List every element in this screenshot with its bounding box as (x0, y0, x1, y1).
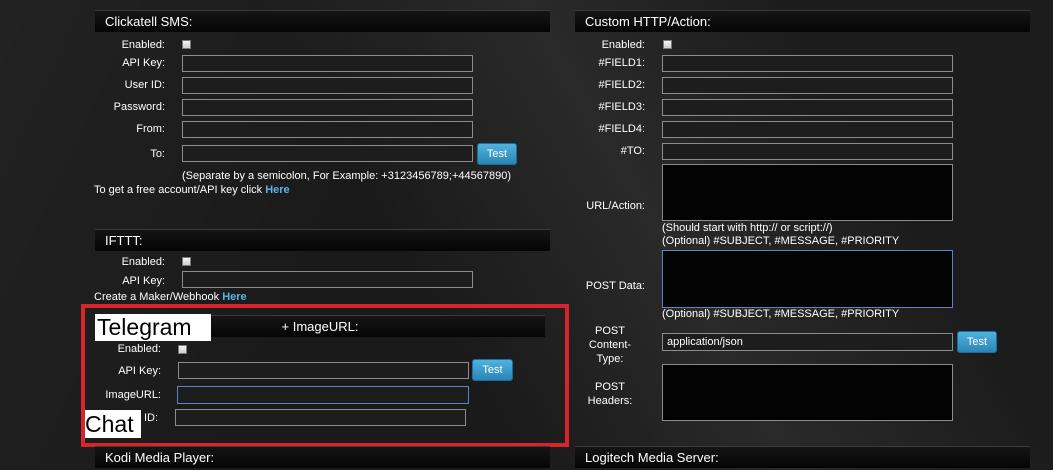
clickatell-from-label: From: (136, 123, 165, 135)
ifttt-maker-note: Create a Maker/Webhook Here (94, 291, 247, 304)
post-data-label: POST Data: (585, 280, 645, 292)
logitech-title: Logitech Media Server: (585, 450, 719, 465)
clickatell-account-link[interactable]: Here (265, 184, 289, 196)
url-action-label: URL/Action: (586, 200, 645, 212)
clickatell-password-label: Password: (113, 101, 165, 113)
clickatell-hint: (Separate by a semicolon, For Example: +… (182, 170, 511, 182)
field2-label: #FIELD2: (598, 79, 645, 91)
post-headers-label-1: POST (595, 381, 625, 393)
custom-http-to-label: #TO: (620, 145, 645, 157)
custom-http-enabled-label: Enabled: (601, 39, 645, 51)
ifttt-api-key-input[interactable] (182, 271, 473, 288)
post-headers-label-2: Headers: (587, 395, 633, 407)
content-type-label: POST Content- Type: (575, 324, 645, 366)
post-headers-textarea[interactable] (662, 364, 953, 421)
kodi-title: Kodi Media Player: (105, 450, 215, 465)
clickatell-to-label: To: (150, 148, 165, 160)
content-type-input[interactable] (662, 333, 953, 351)
field4-label: #FIELD4: (598, 123, 645, 135)
field3-label: #FIELD3: (598, 101, 645, 113)
custom-http-enabled-checkbox[interactable] (663, 40, 672, 49)
post-data-textarea[interactable] (662, 250, 953, 308)
chat-overlay-label: Chat (85, 410, 141, 438)
content-type-label-3: Type: (596, 353, 624, 365)
custom-http-to-input[interactable] (662, 143, 953, 160)
ifttt-enabled-label: Enabled: (121, 256, 165, 268)
clickatell-to-input[interactable] (182, 145, 473, 162)
field1-input[interactable] (662, 55, 953, 72)
ifttt-api-key-label: API Key: (122, 275, 165, 287)
logitech-header: Logitech Media Server: (575, 446, 1030, 468)
clickatell-user-id-label: User ID: (124, 79, 165, 91)
clickatell-api-key-input[interactable] (182, 55, 473, 72)
post-headers-label: POST Headers: (575, 380, 645, 408)
clickatell-title: Clickatell SMS: (105, 14, 193, 29)
clickatell-enabled-checkbox[interactable] (182, 40, 191, 49)
clickatell-from-input[interactable] (182, 121, 473, 138)
clickatell-account-note: To get a free account/API key click Here (94, 184, 290, 197)
telegram-overlay-label: Telegram (95, 314, 211, 341)
ifttt-maker-text: Create a Maker/Webhook (94, 291, 220, 303)
clickatell-enabled-label: Enabled: (121, 39, 165, 51)
custom-http-header: Custom HTTP/Action: (575, 10, 1030, 32)
post-data-hint: (Optional) #SUBJECT, #MESSAGE, #PRIORITY (662, 308, 900, 320)
field1-label: #FIELD1: (598, 57, 645, 69)
content-type-label-2: Content- (588, 339, 632, 351)
clickatell-api-key-label: API Key: (122, 57, 165, 69)
clickatell-password-input[interactable] (182, 99, 473, 116)
clickatell-test-button[interactable]: Test (477, 143, 517, 165)
clickatell-account-text: To get a free account/API key click (94, 184, 263, 196)
url-hint-1: (Should start with http:// or script://) (662, 222, 833, 234)
kodi-header: Kodi Media Player: (95, 446, 550, 468)
url-hint-2: (Optional) #SUBJECT, #MESSAGE, #PRIORITY (662, 235, 900, 247)
content-type-label-1: POST (595, 325, 625, 337)
clickatell-user-id-input[interactable] (182, 77, 473, 94)
ifttt-maker-link[interactable]: Here (222, 291, 246, 303)
ifttt-enabled-checkbox[interactable] (182, 257, 191, 266)
url-action-textarea[interactable] (662, 164, 953, 221)
custom-http-test-button[interactable]: Test (957, 331, 997, 353)
custom-http-title: Custom HTTP/Action: (585, 14, 711, 29)
field2-input[interactable] (662, 77, 953, 94)
ifttt-header: IFTTT: (95, 229, 550, 251)
field3-input[interactable] (662, 99, 953, 116)
ifttt-title: IFTTT: (105, 233, 143, 248)
field4-input[interactable] (662, 121, 953, 138)
clickatell-header: Clickatell SMS: (95, 10, 550, 32)
